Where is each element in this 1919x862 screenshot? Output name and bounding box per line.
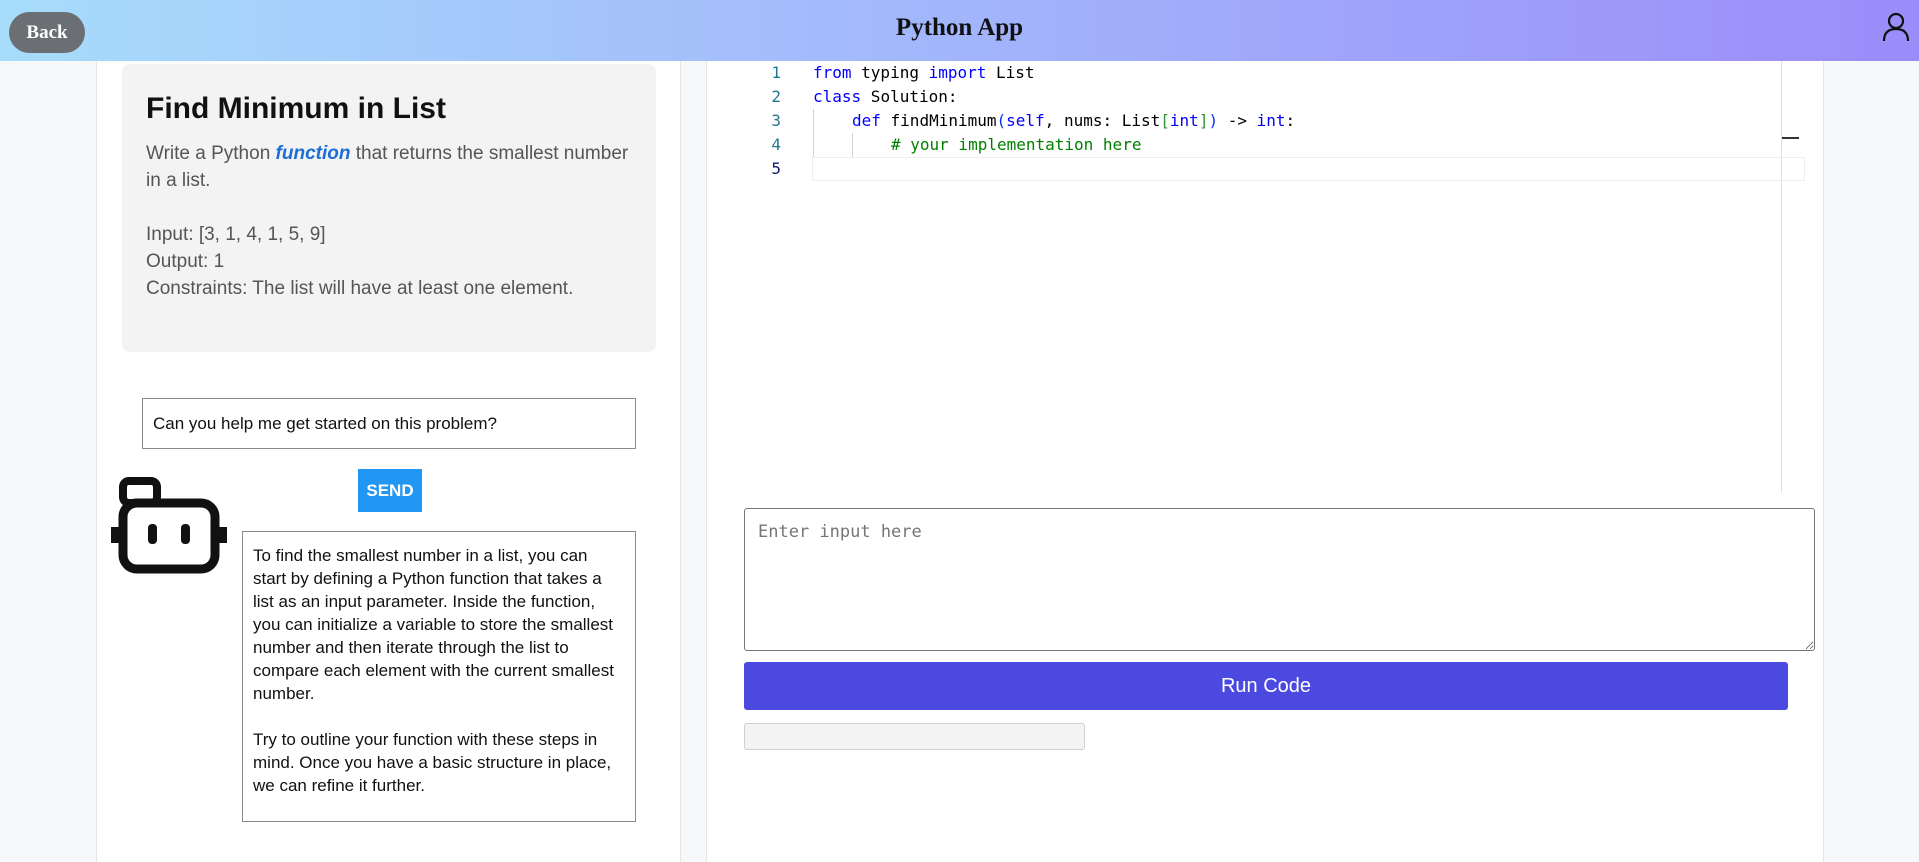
code-editor[interactable]: 1 from typing import List 2 class Soluti… bbox=[707, 61, 1817, 493]
overview-ruler-mark bbox=[1782, 137, 1799, 139]
send-button[interactable]: SEND bbox=[358, 469, 422, 512]
problem-title: Find Minimum in List bbox=[146, 92, 446, 125]
code-token: findMinimum bbox=[880, 111, 997, 130]
app-title: Python App bbox=[895, 14, 1024, 41]
keyword: def bbox=[852, 111, 881, 130]
keyword: import bbox=[928, 63, 987, 82]
assistant-reply: To find the smallest number in a list, y… bbox=[242, 531, 636, 822]
code-text: def findMinimum(self, nums: List[int]) -… bbox=[852, 109, 1295, 133]
line-number: 4 bbox=[771, 135, 781, 154]
code-token: List bbox=[986, 63, 1035, 82]
line-number: 5 bbox=[771, 159, 781, 178]
code-text: class Solution: bbox=[813, 85, 958, 109]
code-panel: 1 from typing import List 2 class Soluti… bbox=[706, 61, 1824, 862]
output-display bbox=[744, 723, 1085, 750]
problem-panel: Find Minimum in List Write a Python func… bbox=[96, 61, 681, 862]
keyword: int bbox=[1256, 111, 1286, 130]
editor-scrollbar[interactable] bbox=[1781, 61, 1782, 493]
chat-input[interactable] bbox=[142, 398, 636, 449]
run-code-button[interactable]: Run Code bbox=[744, 662, 1788, 710]
user-icon[interactable] bbox=[1882, 12, 1910, 42]
code-line: 3 def findMinimum(self, nums: List[int])… bbox=[707, 109, 1807, 133]
problem-description: Write a Python function that returns the… bbox=[146, 140, 632, 194]
code-line: 1 from typing import List bbox=[707, 61, 1807, 85]
line-number: 2 bbox=[771, 87, 781, 106]
code-line: 4 # your implementation here bbox=[707, 133, 1807, 157]
line-number: 3 bbox=[771, 111, 781, 130]
code-token: -> bbox=[1218, 111, 1257, 130]
code-token: : bbox=[1285, 111, 1296, 130]
keyword: self bbox=[1006, 111, 1045, 130]
problem-input: Input: [3, 1, 4, 1, 5, 9] bbox=[146, 224, 326, 245]
bracket: [ bbox=[1160, 111, 1170, 130]
problem-card: Find Minimum in List Write a Python func… bbox=[122, 64, 656, 352]
desc-emphasis: function bbox=[275, 143, 351, 164]
code-token: typing bbox=[851, 63, 929, 82]
keyword: class bbox=[813, 87, 862, 106]
code-line: 5 bbox=[707, 157, 1807, 181]
code-token: Solution: bbox=[861, 87, 958, 106]
bracket: ( bbox=[996, 111, 1007, 130]
code-comment: # your implementation here bbox=[891, 135, 1142, 154]
bracket: ) bbox=[1208, 111, 1219, 130]
keyword: int bbox=[1169, 111, 1199, 130]
reply-paragraph: Try to outline your function with these … bbox=[253, 730, 612, 795]
bracket: ] bbox=[1198, 111, 1209, 130]
line-number: 1 bbox=[771, 63, 781, 82]
robot-icon bbox=[111, 477, 227, 574]
keyword: from bbox=[813, 63, 852, 82]
program-input-field[interactable] bbox=[744, 508, 1815, 651]
problem-constraints: Constraints: The list will have at least… bbox=[146, 278, 574, 299]
top-bar: Back Python App bbox=[0, 0, 1919, 61]
code-line: 2 class Solution: bbox=[707, 85, 1807, 109]
code-token: , nums: List bbox=[1044, 111, 1161, 130]
reply-paragraph: To find the smallest number in a list, y… bbox=[253, 546, 614, 703]
desc-text: Write a Python bbox=[146, 143, 276, 164]
code-text: from typing import List bbox=[813, 61, 1035, 85]
problem-output: Output: 1 bbox=[146, 251, 225, 272]
